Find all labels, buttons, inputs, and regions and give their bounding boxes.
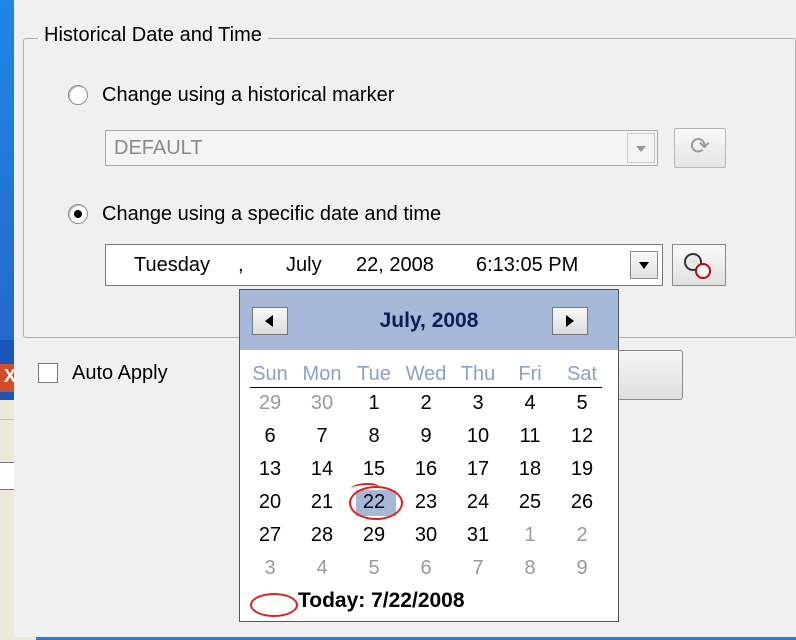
marker-radio-label[interactable]: Change using a historical marker <box>102 84 394 107</box>
calendar-day[interactable]: 25 <box>504 489 556 515</box>
weekday-header: Thu <box>460 363 496 385</box>
calendar-day[interactable]: 17 <box>452 456 504 482</box>
calendar-header: July, 2008 <box>240 290 618 350</box>
calendar-day[interactable]: 3 <box>244 555 296 581</box>
calendar-day[interactable]: 31 <box>452 522 504 548</box>
calendar-day[interactable]: 9 <box>556 555 608 581</box>
calendar-day[interactable]: 29 <box>348 522 400 548</box>
dtp-day-year[interactable]: 22, 2008 <box>356 254 434 277</box>
calendar-day[interactable]: 6 <box>244 423 296 449</box>
calendar-day[interactable]: 21 <box>296 489 348 515</box>
clock-button[interactable] <box>672 244 726 286</box>
calendar-day[interactable]: 11 <box>504 423 556 449</box>
weekday-header: Fri <box>518 363 542 385</box>
calendar-day[interactable]: 3 <box>452 390 504 416</box>
group-title: Historical Date and Time <box>38 24 268 47</box>
calendar-day[interactable]: 4 <box>504 390 556 416</box>
dtp-separator: , <box>238 254 244 276</box>
calendar-day[interactable]: 13 <box>244 456 296 482</box>
date-time-picker[interactable]: Tuesday , July 22, 2008 6:13:05 PM <box>105 244 663 286</box>
calendar-day[interactable]: 27 <box>244 522 296 548</box>
next-month-button[interactable] <box>552 307 588 335</box>
calendar-day[interactable]: 24 <box>452 489 504 515</box>
dtp-month[interactable]: July <box>286 254 322 277</box>
calendar-day[interactable]: 2 <box>556 522 608 548</box>
calendar-day[interactable]: 14 <box>296 456 348 482</box>
weekday-header: Sun <box>252 363 288 385</box>
dtp-time[interactable]: 6:13:05 PM <box>476 254 578 277</box>
calendar-day[interactable]: 15 <box>348 456 400 482</box>
calendar-day[interactable]: 2 <box>400 390 452 416</box>
weekday-header: Mon <box>302 363 342 385</box>
calendar-day[interactable]: 8 <box>504 555 556 581</box>
calendar-day[interactable]: 20 <box>244 489 296 515</box>
calendar-day[interactable]: 9 <box>400 423 452 449</box>
auto-apply-label[interactable]: Auto Apply <box>72 362 168 385</box>
calendar-day[interactable]: 26 <box>556 489 608 515</box>
marker-radio[interactable] <box>68 85 88 105</box>
auto-apply-checkbox[interactable] <box>38 363 58 383</box>
calendar-day[interactable]: 4 <box>296 555 348 581</box>
calendar-day[interactable]: 8 <box>348 423 400 449</box>
calendar-day[interactable]: 16 <box>400 456 452 482</box>
calendar-day[interactable]: 19 <box>556 456 608 482</box>
calendar-day[interactable]: 5 <box>348 555 400 581</box>
marker-combo[interactable]: DEFAULT <box>105 130 658 166</box>
refresh-icon: ⟳ <box>689 133 711 160</box>
specific-radio-label[interactable]: Change using a specific date and time <box>102 203 441 226</box>
today-label[interactable]: Today: 7/22/2008 <box>298 589 465 613</box>
calendar-day[interactable]: 12 <box>556 423 608 449</box>
calendar-day[interactable]: 29 <box>244 390 296 416</box>
weekday-header: Wed <box>405 363 447 385</box>
calendar-day[interactable]: 28 <box>296 522 348 548</box>
calendar-day[interactable]: 1 <box>504 522 556 548</box>
weekday-header: Tue <box>357 363 391 385</box>
calendar-day[interactable]: 18 <box>504 456 556 482</box>
calendar-dropdown[interactable]: July, 2008 Sun Mon Tue Wed Thu Fri Sat 29 30 1 2 3… <box>239 289 619 622</box>
refresh-button[interactable]: ⟳ <box>674 128 726 168</box>
calendar-day[interactable]: 30 <box>296 390 348 416</box>
weekday-divider <box>250 387 602 388</box>
today-circle-tail <box>351 483 379 493</box>
calendar-day[interactable]: 7 <box>296 423 348 449</box>
calendar-day[interactable]: 7 <box>452 555 504 581</box>
calendar-day[interactable]: 6 <box>400 555 452 581</box>
dropdown-arrow-icon[interactable] <box>630 251 658 279</box>
today-marker-icon <box>250 593 298 617</box>
calendar-day[interactable]: 1 <box>348 390 400 416</box>
stop-icon <box>695 263 711 279</box>
marker-combo-value: DEFAULT <box>114 137 203 159</box>
dtp-weekday[interactable]: Tuesday <box>134 254 210 277</box>
calendar-day[interactable]: 23 <box>400 489 452 515</box>
weekday-header: Sat <box>566 363 598 385</box>
chevron-down-icon[interactable] <box>627 133 655 163</box>
specific-radio[interactable] <box>68 204 88 224</box>
calendar-day[interactable]: 5 <box>556 390 608 416</box>
calendar-day[interactable]: 30 <box>400 522 452 548</box>
calendar-day[interactable]: 10 <box>452 423 504 449</box>
